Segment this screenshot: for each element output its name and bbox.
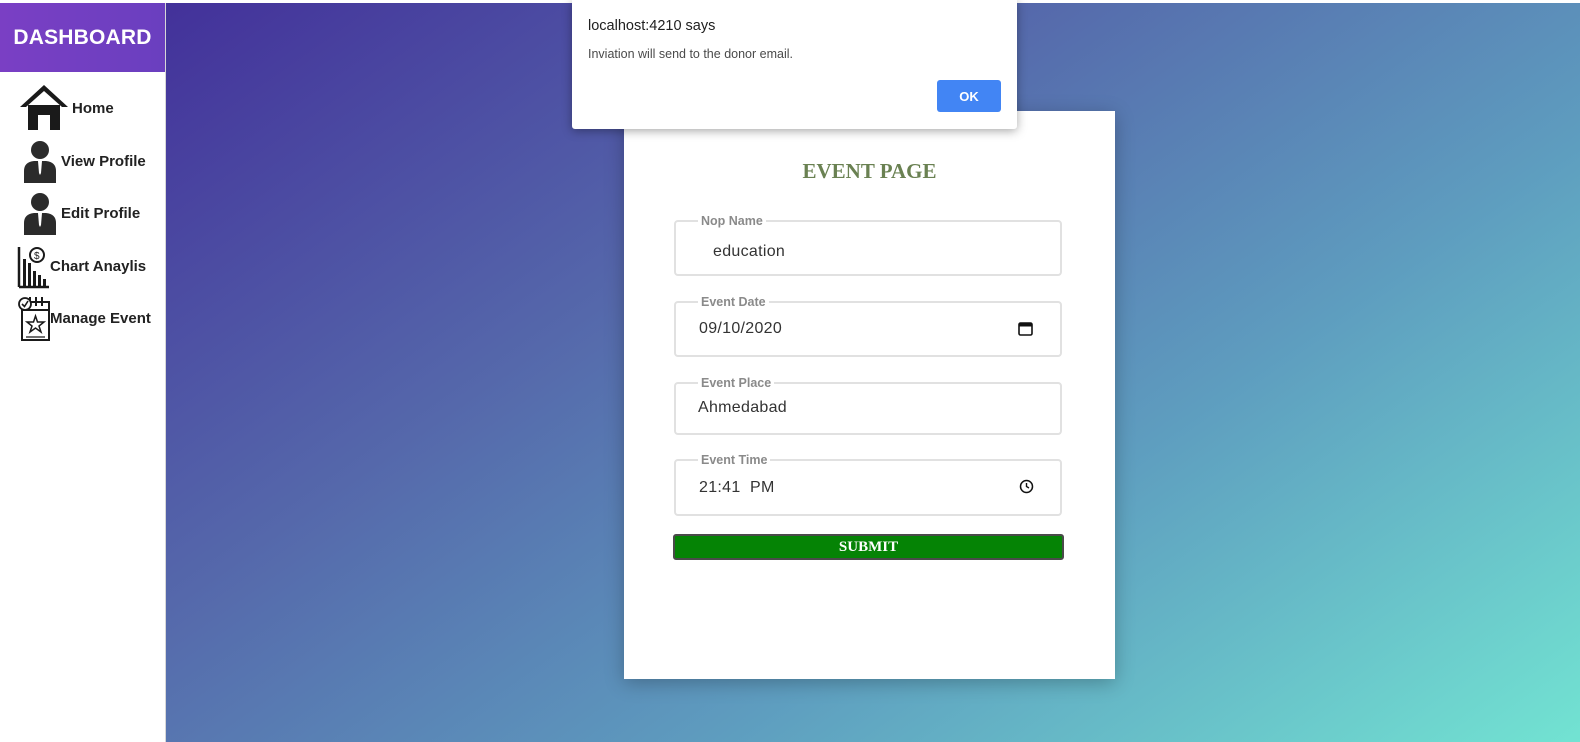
user-icon: [24, 141, 56, 183]
sidebar-item-label: Manage Event: [50, 310, 151, 327]
user-icon: [24, 193, 56, 235]
calendar-star-icon: [18, 297, 50, 341]
alert-dialog: localhost:4210 says Inviation will send …: [572, 0, 1017, 129]
svg-text:$: $: [34, 251, 40, 262]
clock-icon[interactable]: [1019, 479, 1034, 494]
event-date-input[interactable]: 09/10/2020: [699, 320, 782, 338]
sidebar-item-view-profile[interactable]: View Profile: [0, 136, 165, 186]
sidebar-item-home[interactable]: Home: [0, 82, 165, 132]
event-date-label: Event Date: [701, 295, 766, 309]
sidebar-item-chart-anaylis[interactable]: $ Chart Anaylis: [0, 240, 165, 290]
submit-button[interactable]: SUBMIT: [673, 534, 1064, 560]
event-place-input[interactable]: Ahmedabad: [698, 399, 787, 417]
chart-icon: $: [17, 247, 49, 289]
nop-name-label: Nop Name: [701, 214, 763, 228]
sidebar-item-label: View Profile: [61, 153, 146, 170]
sidebar-item-manage-event[interactable]: Manage Event: [0, 293, 165, 343]
sidebar-title: DASHBOARD: [0, 3, 165, 72]
sidebar-item-label: Edit Profile: [61, 205, 141, 222]
sidebar-item-label: Chart Anaylis: [50, 258, 147, 275]
event-form-card: EVENT PAGE Nop Name education Event Date…: [624, 111, 1115, 679]
page-title: EVENT PAGE: [802, 159, 937, 183]
event-time-label: Event Time: [701, 453, 768, 467]
event-place-label: Event Place: [701, 376, 772, 390]
sidebar: DASHBOARD Home View Profile Edit Profile: [0, 3, 166, 742]
dialog-message: Inviation will send to the donor email.: [588, 47, 793, 61]
sidebar-item-edit-profile[interactable]: Edit Profile: [0, 188, 165, 238]
nop-name-input[interactable]: education: [713, 243, 785, 261]
event-time-input[interactable]: 21:41 PM: [699, 479, 775, 497]
dialog-title: localhost:4210 says: [588, 18, 716, 34]
home-icon: [20, 85, 68, 130]
sidebar-item-label: Home: [72, 100, 114, 117]
ok-button[interactable]: OK: [937, 80, 1001, 112]
calendar-icon[interactable]: [1018, 321, 1033, 336]
